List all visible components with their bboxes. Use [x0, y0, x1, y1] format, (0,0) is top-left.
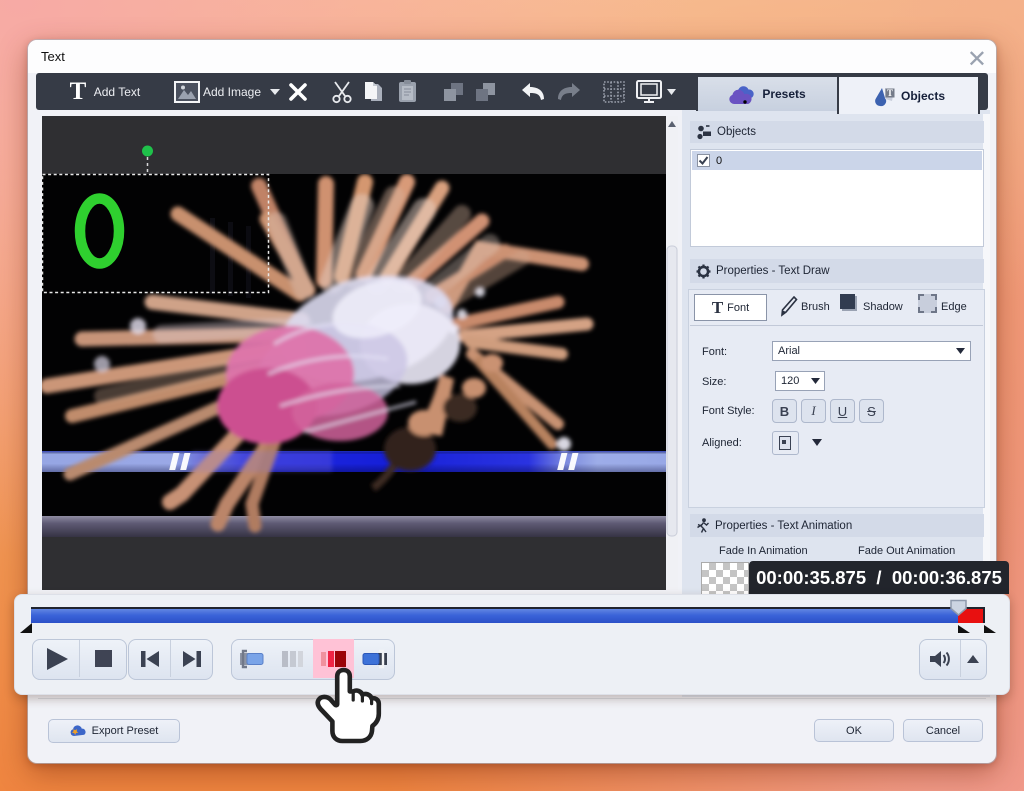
svg-text:T: T	[887, 88, 893, 98]
